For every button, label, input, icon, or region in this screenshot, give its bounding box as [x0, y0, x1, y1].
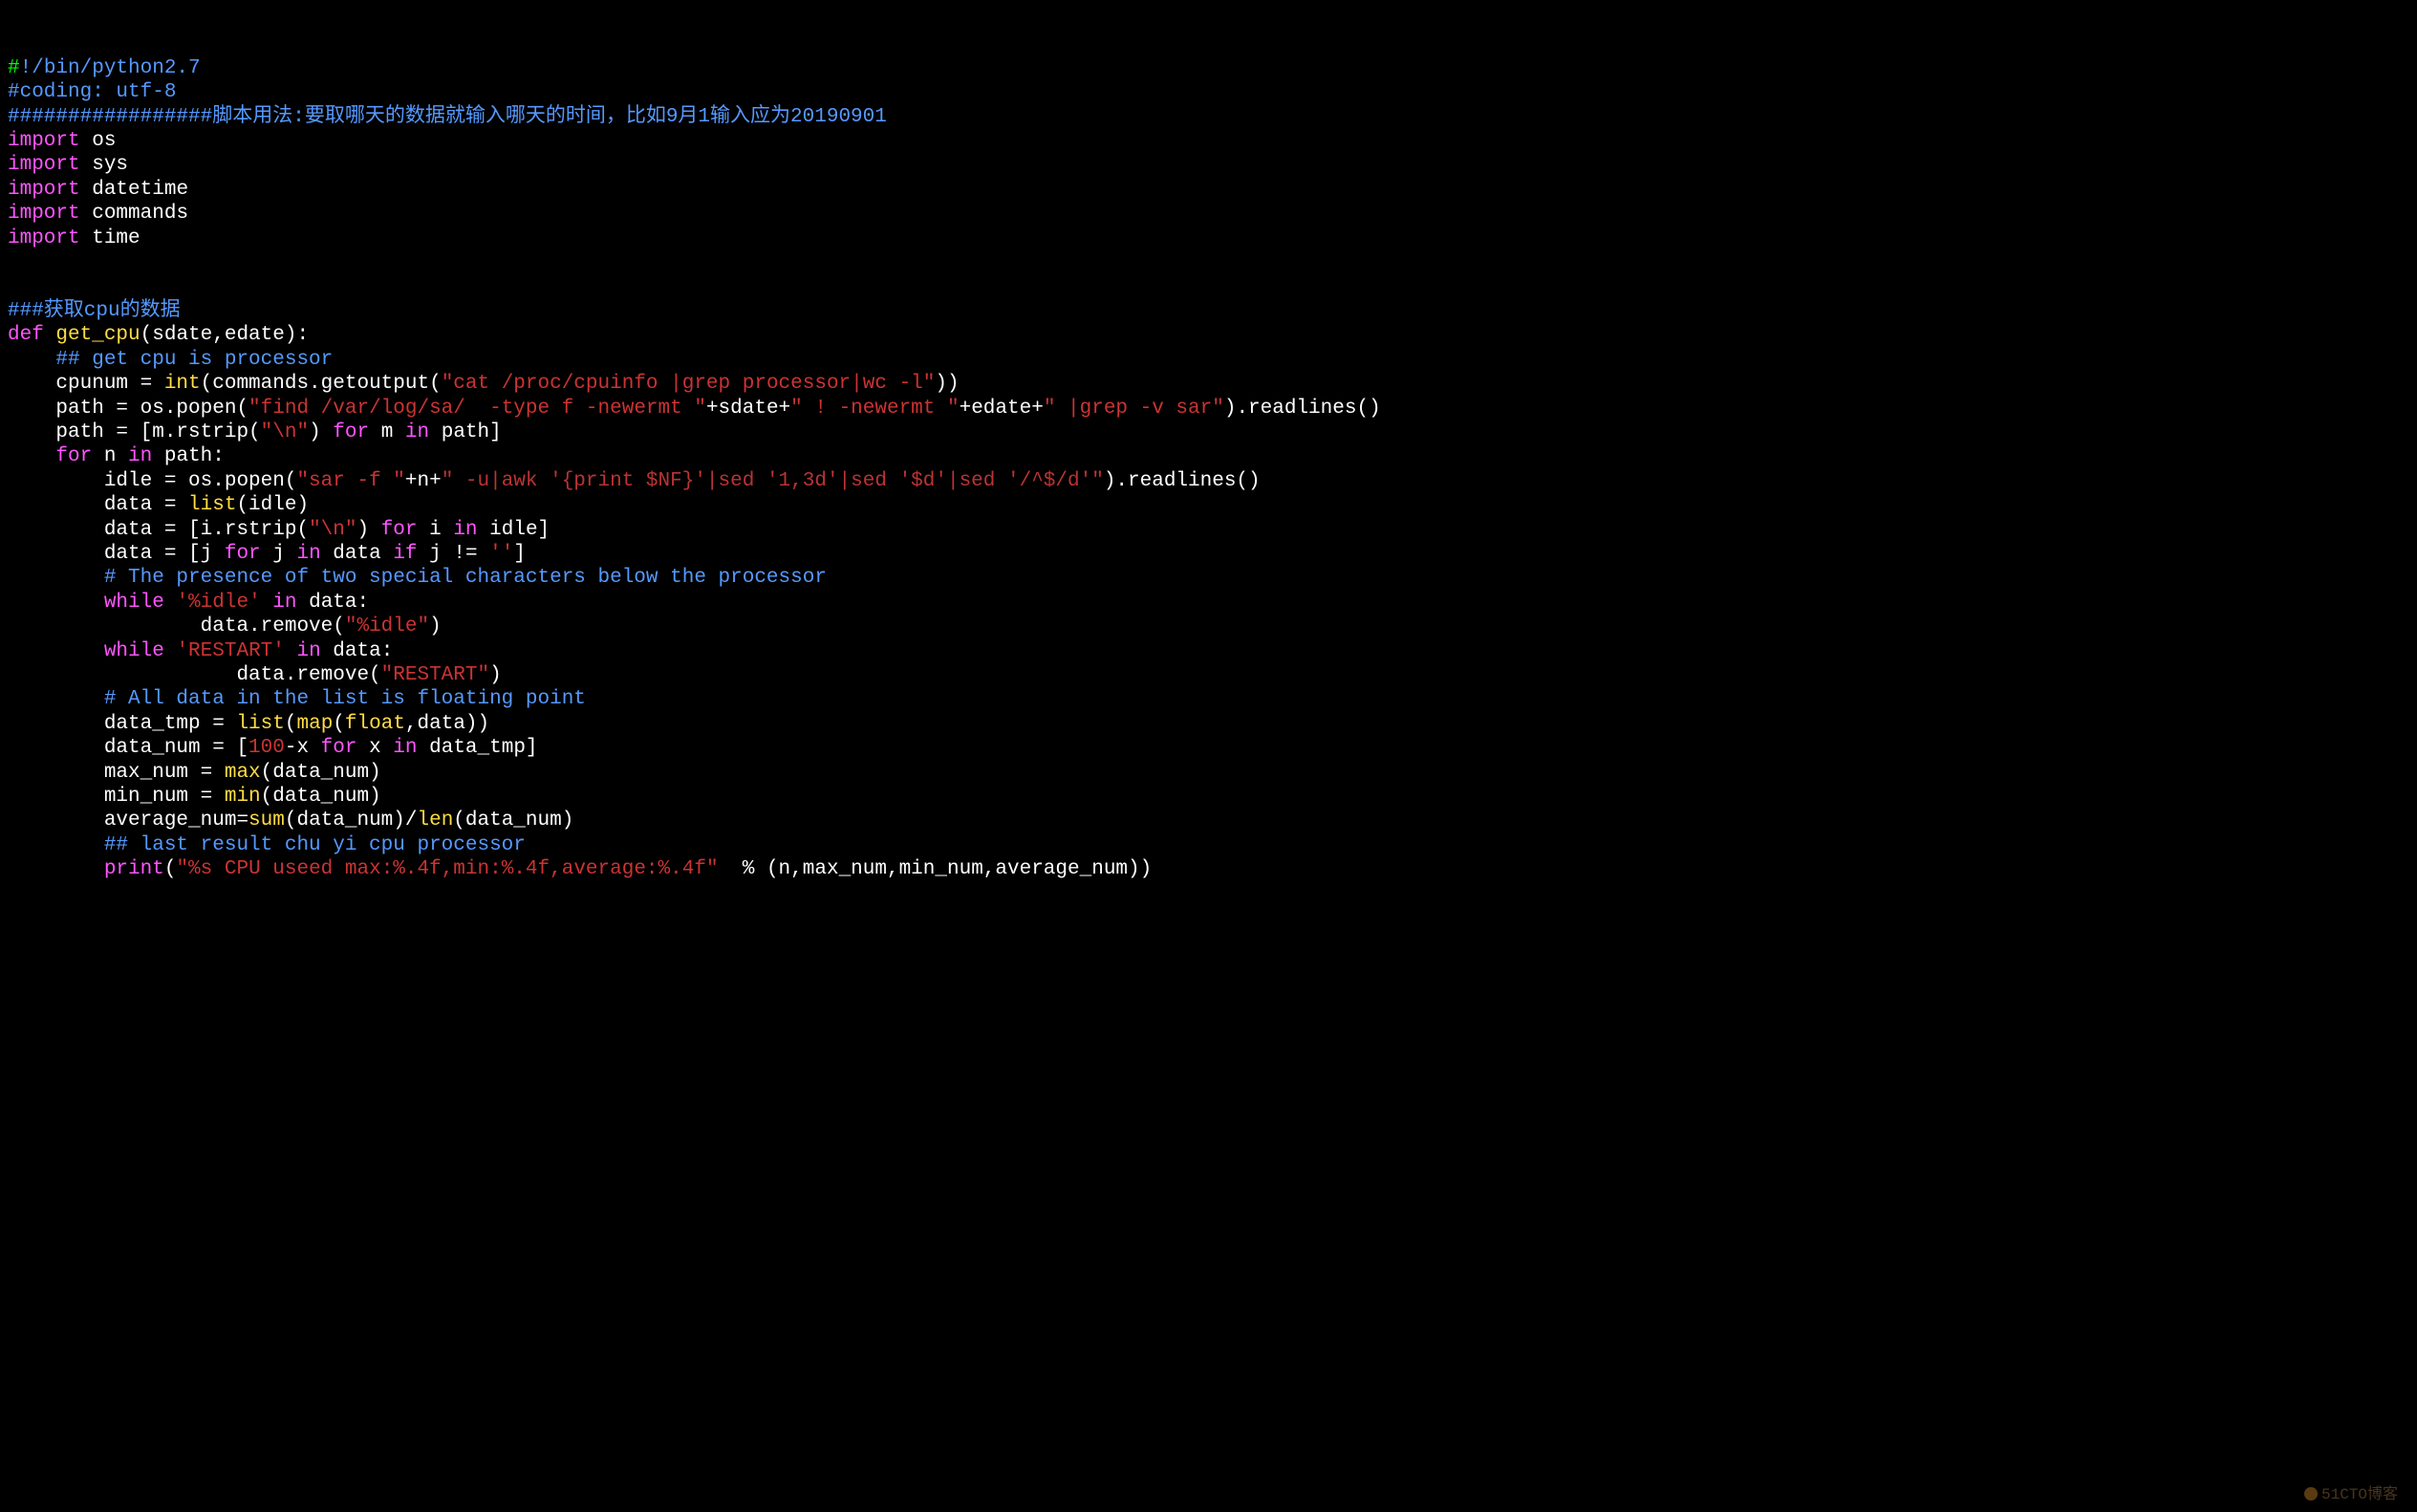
def-keyword: def [8, 324, 44, 346]
keyword: in [453, 519, 477, 541]
import-module: sys [80, 154, 128, 176]
string: " |grep -v sar" [1044, 398, 1224, 420]
coding-comment: #coding: utf-8 [8, 81, 176, 103]
keyword: in [405, 421, 429, 443]
keyword: while [104, 640, 164, 662]
import-module: commands [80, 203, 188, 225]
comment: # All data in the list is floating point [8, 688, 586, 710]
string: '' [489, 543, 513, 565]
keyword: for [55, 445, 92, 467]
import-keyword: import [8, 130, 80, 152]
string: " ! -newermt " [790, 398, 959, 420]
builtin: len [417, 810, 453, 832]
string: "\n" [309, 519, 356, 541]
keyword: for [225, 543, 261, 565]
keyword: in [128, 445, 152, 467]
comment: ## last result chu yi cpu processor [8, 834, 526, 856]
string: "%idle" [345, 616, 429, 637]
string: "RESTART" [381, 664, 489, 686]
function-name: get_cpu [55, 324, 140, 346]
comment: # The presence of two special characters… [8, 567, 827, 589]
string: "cat /proc/cpuinfo |grep processor|wc -l… [442, 373, 936, 395]
keyword: for [333, 421, 369, 443]
code-editor: #!/bin/python2.7 #coding: utf-8 ########… [8, 56, 2409, 882]
watermark-icon [2304, 1487, 2318, 1501]
keyword: in [296, 543, 320, 565]
number: 100 [248, 737, 285, 759]
import-keyword: import [8, 179, 80, 201]
string: "sar -f " [296, 470, 404, 492]
keyword: while [104, 592, 164, 614]
function-params: (sdate,edate): [140, 324, 309, 346]
shebang-hash: # [8, 57, 20, 79]
builtin: min [225, 786, 261, 808]
string: 'RESTART' [176, 640, 284, 662]
string: '%idle' [176, 592, 260, 614]
keyword: in [272, 592, 296, 614]
string: "\n" [261, 421, 309, 443]
import-keyword: import [8, 154, 80, 176]
comment: ## get cpu is processor [8, 349, 333, 371]
shebang-path: !/bin/python2.7 [20, 57, 201, 79]
import-module: time [80, 227, 140, 249]
builtin: max [225, 762, 261, 784]
keyword: in [393, 737, 417, 759]
keyword: print [104, 858, 164, 880]
watermark: 51CTO博客 [2304, 1486, 2398, 1504]
import-keyword: import [8, 203, 80, 225]
builtin: list [188, 494, 236, 516]
import-module: datetime [80, 179, 188, 201]
section-comment: ###获取cpu的数据 [8, 300, 181, 322]
keyword: for [381, 519, 418, 541]
import-module: os [80, 130, 117, 152]
keyword: in [296, 640, 320, 662]
builtin: list [236, 713, 284, 735]
string: "%s CPU useed max:%.4f,min:%.4f,average:… [176, 858, 718, 880]
builtin: map [296, 713, 333, 735]
builtin: int [164, 373, 201, 395]
builtin: float [345, 713, 405, 735]
usage-comment: #################脚本用法:要取哪天的数据就输入哪天的时间，比如… [8, 106, 887, 128]
string: "find /var/log/sa/ -type f -newermt " [248, 398, 706, 420]
keyword: for [321, 737, 357, 759]
keyword: if [393, 543, 417, 565]
import-keyword: import [8, 227, 80, 249]
string: " -u|awk '{print $NF}'|sed '1,3d'|sed '$… [442, 470, 1104, 492]
builtin: sum [248, 810, 285, 832]
